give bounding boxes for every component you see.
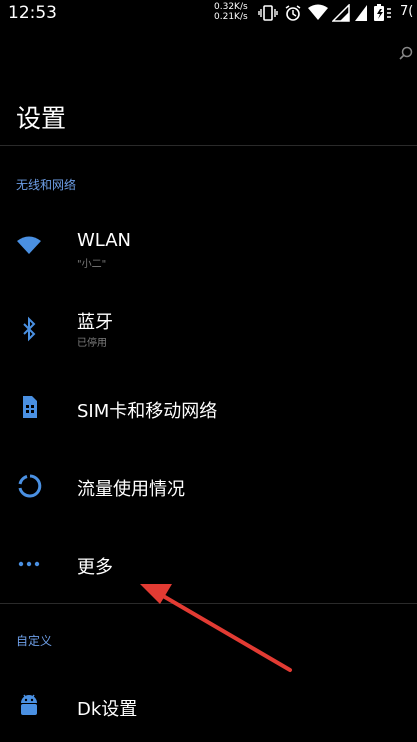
annotation-arrow bbox=[140, 584, 292, 672]
